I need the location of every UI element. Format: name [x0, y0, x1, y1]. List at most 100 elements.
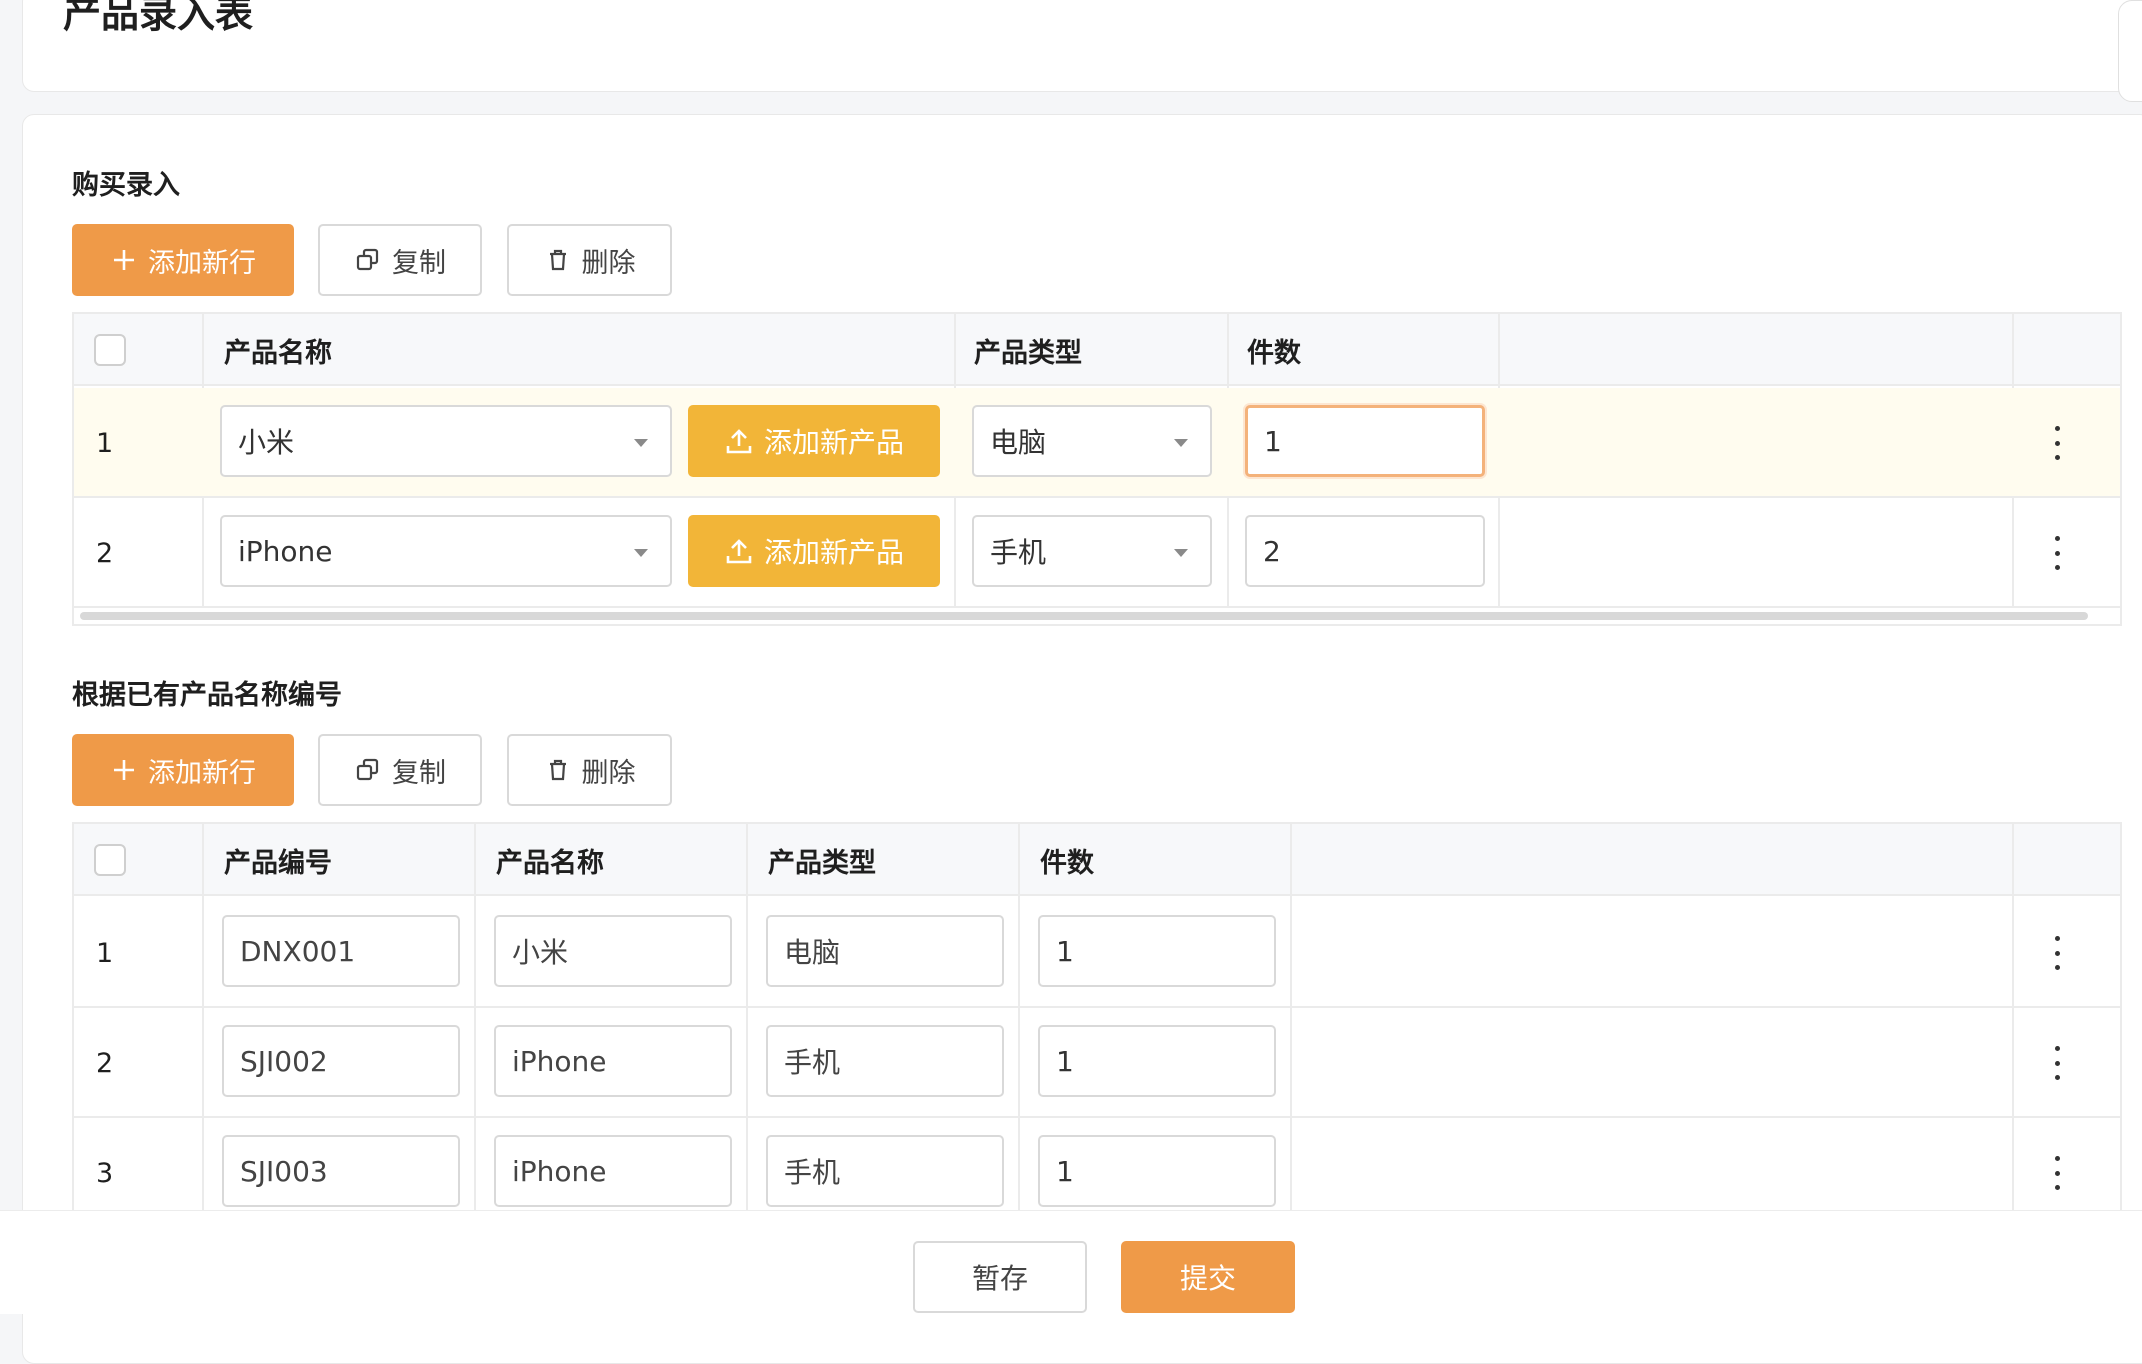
- more-vertical-icon[interactable]: [2047, 426, 2067, 460]
- chevron-down-icon: [1174, 549, 1188, 557]
- count-input[interactable]: 1: [1245, 405, 1485, 477]
- existing-copy-label: 复制: [392, 757, 446, 789]
- product-name-field[interactable]: 小米: [494, 915, 732, 987]
- row-index: 1: [96, 937, 114, 969]
- more-vertical-icon[interactable]: [2047, 536, 2067, 570]
- more-vertical-icon[interactable]: [2047, 1156, 2067, 1190]
- existing-copy-button[interactable]: 复制: [318, 734, 482, 806]
- purchase-col-name: 产品名称: [224, 337, 332, 369]
- header-card: 产品录入表: [22, 0, 2132, 92]
- existing-col-count: 件数: [1040, 847, 1094, 879]
- count-value: 1: [1264, 424, 1282, 458]
- existing-col-code: 产品编号: [224, 847, 332, 879]
- product-type-value: 电脑: [990, 426, 1047, 459]
- count-value: 1: [1056, 1154, 1074, 1188]
- trash-icon: [544, 756, 572, 784]
- product-code-field[interactable]: SJI003: [222, 1135, 460, 1207]
- purchase-section-title: 购买录入: [72, 170, 180, 201]
- product-type-value: 电脑: [784, 936, 841, 969]
- save-draft-button[interactable]: 暂存: [913, 1241, 1087, 1313]
- purchase-add-row-label: 添加新行: [148, 247, 256, 279]
- count-value: 1: [1056, 1044, 1074, 1078]
- footer-action-bar: 暂存 提交: [0, 1210, 2142, 1314]
- more-vertical-icon[interactable]: [2047, 1046, 2067, 1080]
- existing-select-all-checkbox[interactable]: [94, 844, 126, 876]
- add-new-product-label: 添加新产品: [763, 536, 904, 569]
- trash-icon: [544, 246, 572, 274]
- count-input[interactable]: 1: [1038, 1135, 1276, 1207]
- existing-section-title: 根据已有产品名称编号: [72, 680, 342, 711]
- row-index: 1: [96, 427, 114, 459]
- add-new-product-label: 添加新产品: [763, 426, 904, 459]
- chevron-down-icon: [634, 549, 648, 557]
- existing-delete-button[interactable]: 删除: [507, 734, 672, 806]
- upload-icon: [724, 536, 754, 566]
- save-draft-label: 暂存: [971, 1262, 1028, 1295]
- product-type-value: 手机: [784, 1156, 841, 1189]
- more-vertical-icon[interactable]: [2047, 936, 2067, 970]
- product-type-field[interactable]: 手机: [766, 1025, 1004, 1097]
- purchase-row: 2 iPhone 添加新产品 手机 2: [74, 498, 2120, 608]
- product-type-select[interactable]: 手机: [972, 515, 1212, 587]
- product-type-field[interactable]: 电脑: [766, 915, 1004, 987]
- submit-label: 提交: [1179, 1262, 1236, 1295]
- purchase-delete-label: 删除: [581, 247, 636, 279]
- product-name-value: iPhone: [238, 534, 333, 568]
- product-name-select[interactable]: 小米: [220, 405, 672, 477]
- existing-col-name: 产品名称: [496, 847, 604, 879]
- product-type-field[interactable]: 手机: [766, 1135, 1004, 1207]
- purchase-add-row-button[interactable]: 添加新行: [72, 224, 294, 296]
- submit-button[interactable]: 提交: [1121, 1241, 1295, 1313]
- count-value: 1: [1056, 934, 1074, 968]
- count-input[interactable]: 1: [1038, 915, 1276, 987]
- product-code-value: SJI002: [240, 1044, 328, 1078]
- purchase-table: 产品名称 产品类型 件数 1 小米 添加新产品 电脑 1 2 iPhone 添加…: [72, 312, 2122, 626]
- count-input[interactable]: 2: [1245, 515, 1485, 587]
- count-input[interactable]: 1: [1038, 1025, 1276, 1097]
- plus-icon: [110, 246, 138, 274]
- product-code-value: SJI003: [240, 1154, 328, 1188]
- purchase-col-count: 件数: [1247, 337, 1301, 369]
- purchase-table-header: 产品名称 产品类型 件数: [74, 314, 2120, 386]
- product-name-value: 小米: [238, 426, 295, 459]
- existing-delete-label: 删除: [581, 757, 636, 789]
- product-code-field[interactable]: SJI002: [222, 1025, 460, 1097]
- purchase-delete-button[interactable]: 删除: [507, 224, 672, 296]
- product-name-field[interactable]: iPhone: [494, 1025, 732, 1097]
- existing-row: 1 DNX001 小米 电脑 1: [74, 898, 2120, 1008]
- purchase-select-all-checkbox[interactable]: [94, 334, 126, 366]
- purchase-copy-button[interactable]: 复制: [318, 224, 482, 296]
- existing-add-row-label: 添加新行: [148, 757, 256, 789]
- copy-icon: [354, 246, 382, 274]
- upload-icon: [724, 426, 754, 456]
- product-name-select[interactable]: iPhone: [220, 515, 672, 587]
- product-type-select[interactable]: 电脑: [972, 405, 1212, 477]
- product-name-value: iPhone: [512, 1044, 607, 1078]
- row-index: 2: [96, 1047, 114, 1079]
- product-type-value: 手机: [990, 536, 1047, 569]
- product-name-value: iPhone: [512, 1154, 607, 1188]
- purchase-copy-label: 复制: [392, 247, 446, 279]
- chevron-down-icon: [634, 439, 648, 447]
- purchase-col-type: 产品类型: [974, 337, 1082, 369]
- chevron-down-icon: [1174, 439, 1188, 447]
- add-new-product-button[interactable]: 添加新产品: [688, 405, 940, 477]
- existing-table-header: 产品编号 产品名称 产品类型 件数: [74, 824, 2120, 896]
- product-name-value: 小米: [512, 936, 569, 969]
- existing-col-type: 产品类型: [768, 847, 876, 879]
- existing-row: 2 SJI002 iPhone 手机 1: [74, 1008, 2120, 1118]
- product-code-value: DNX001: [240, 934, 356, 968]
- product-name-field[interactable]: iPhone: [494, 1135, 732, 1207]
- purchase-row: 1 小米 添加新产品 电脑 1: [74, 388, 2120, 498]
- existing-table: 产品编号 产品名称 产品类型 件数 1 DNX001 小米 电脑 1 2 SJI…: [72, 822, 2122, 1228]
- existing-add-row-button[interactable]: 添加新行: [72, 734, 294, 806]
- count-value: 2: [1263, 534, 1281, 568]
- page-title: 产品录入表: [63, 0, 254, 36]
- plus-icon: [110, 756, 138, 784]
- add-new-product-button[interactable]: 添加新产品: [688, 515, 940, 587]
- row-index: 2: [96, 537, 114, 569]
- product-type-value: 手机: [784, 1046, 841, 1079]
- side-panel-edge: [2118, 0, 2142, 102]
- horizontal-scrollbar[interactable]: [80, 612, 2088, 620]
- product-code-field[interactable]: DNX001: [222, 915, 460, 987]
